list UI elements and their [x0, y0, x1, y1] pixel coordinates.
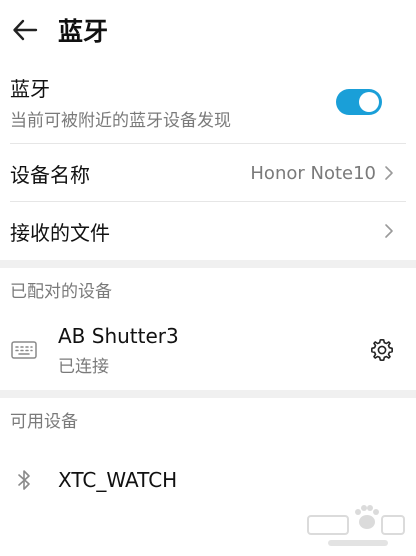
- received-files-label: 接收的文件: [10, 220, 110, 245]
- section-gap: [0, 390, 416, 398]
- paired-devices-header: 已配对的设备: [10, 281, 112, 302]
- baidu-jingyan-watermark: [300, 502, 410, 552]
- keyboard-icon: [10, 341, 38, 359]
- bluetooth-toggle-row[interactable]: 蓝牙 当前可被附近的蓝牙设备发现: [0, 60, 416, 144]
- switch-knob: [359, 92, 379, 112]
- device-name-right: Honor Note10: [250, 163, 394, 184]
- bluetooth-text: 蓝牙 当前可被附近的蓝牙设备发现: [10, 73, 231, 131]
- available-devices-header: 可用设备: [10, 411, 78, 432]
- header: 蓝牙: [0, 0, 416, 60]
- bluetooth-settings-page: 蓝牙 蓝牙 当前可被附近的蓝牙设备发现 设备名称 Honor Note10 接收…: [0, 0, 416, 556]
- chevron-right-icon: [385, 224, 393, 238]
- back-button[interactable]: [10, 15, 40, 45]
- device-name-row[interactable]: 设备名称 Honor Note10: [0, 144, 416, 202]
- arrow-left-icon: [13, 19, 38, 41]
- bluetooth-description: 当前可被附近的蓝牙设备发现: [10, 111, 231, 131]
- device-name-label: 设备名称: [10, 162, 90, 187]
- paired-device-row[interactable]: AB Shutter3 已连接: [0, 310, 416, 390]
- page-title: 蓝牙: [58, 17, 109, 46]
- bluetooth-icon: [10, 468, 38, 492]
- bluetooth-switch[interactable]: [336, 89, 382, 115]
- device-name: XTC_WATCH: [58, 468, 178, 492]
- received-files-right: [384, 223, 394, 239]
- available-device-text: XTC_WATCH: [58, 468, 406, 492]
- paired-device-text: AB Shutter3 已连接: [58, 324, 366, 377]
- received-files-row[interactable]: 接收的文件: [0, 202, 416, 260]
- gear-icon: [371, 339, 393, 361]
- device-name-value: Honor Note10: [250, 162, 376, 184]
- device-status: 已连接: [58, 356, 109, 377]
- bluetooth-label: 蓝牙: [10, 77, 50, 101]
- device-settings-button[interactable]: [366, 334, 398, 366]
- section-gap: [0, 260, 416, 268]
- device-name: AB Shutter3: [58, 323, 179, 348]
- chevron-right-icon: [385, 166, 393, 180]
